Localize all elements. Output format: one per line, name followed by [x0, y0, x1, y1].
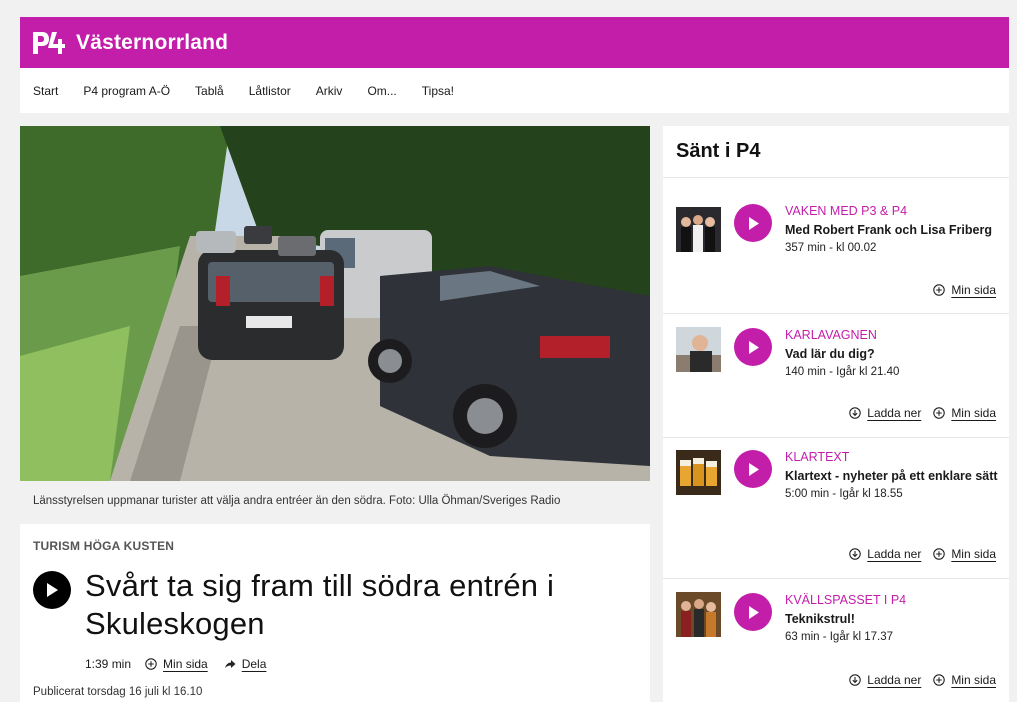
episode-thumbnail[interactable] — [676, 592, 721, 637]
p4-logo[interactable]: Västernorrland — [32, 30, 228, 56]
episode-play-button[interactable] — [734, 204, 772, 242]
episode-show[interactable]: KVÄLLSPASSET I P4 — [785, 593, 1000, 607]
nav-item-tipsa[interactable]: Tipsa! — [422, 84, 454, 98]
episode-show[interactable]: KARLAVAGNEN — [785, 328, 1000, 342]
article-headline: Svårt ta sig fram till södra entrén i Sk… — [85, 568, 555, 641]
group-photo-icon — [676, 592, 721, 637]
episode-title[interactable]: Med Robert Frank och Lisa Friberg — [785, 221, 1000, 239]
play-icon — [748, 340, 759, 354]
episode-thumbnail[interactable] — [676, 327, 721, 372]
episode-download-link[interactable]: Ladda ner — [849, 547, 921, 561]
brand-name: Västernorrland — [76, 30, 229, 54]
episode-meta: 140 min - Igår kl 21.40 — [785, 366, 900, 378]
nav-item-tabla[interactable]: Tablå — [195, 84, 224, 98]
article-share-link[interactable]: Dela — [224, 657, 267, 671]
episode-show[interactable]: VAKEN MED P3 & P4 — [785, 204, 1000, 218]
episode-save-link[interactable]: Min sida — [933, 547, 996, 561]
article-kicker[interactable]: TURISM HÖGA KUSTEN — [33, 539, 637, 553]
plus-circle-icon — [933, 284, 946, 296]
episode-save-link[interactable]: Min sida — [933, 673, 996, 687]
episode-download-label: Ladda ner — [867, 673, 922, 687]
share-icon — [224, 660, 236, 668]
article-duration: 1:39 min — [85, 657, 132, 671]
play-icon — [748, 462, 759, 476]
nav-item-start[interactable]: Start — [33, 84, 58, 98]
episode-save-link[interactable]: Min sida — [933, 283, 996, 297]
episode-meta: 63 min - Igår kl 17.37 — [785, 631, 894, 643]
episode-save-label: Min sida — [951, 283, 996, 297]
episode-item: VAKEN MED P3 & P4 Med Robert Frank och L… — [663, 179, 1009, 314]
article-save-link[interactable]: Min sida — [145, 657, 208, 671]
episode-save-label: Min sida — [951, 406, 996, 420]
episode-play-button[interactable] — [734, 450, 772, 488]
episode-meta: 5:00 min - Igår kl 18.55 — [785, 488, 903, 500]
host-photo-icon — [676, 327, 721, 372]
episode-title[interactable]: Teknikstrul! — [785, 610, 1000, 628]
site-header: Västernorrland — [20, 17, 1009, 68]
episode-download-label: Ladda ner — [867, 547, 922, 561]
article-play-button[interactable] — [33, 571, 71, 609]
download-icon — [849, 674, 862, 686]
play-icon — [748, 216, 759, 230]
episode-download-link[interactable]: Ladda ner — [849, 406, 921, 420]
episode-play-button[interactable] — [734, 328, 772, 366]
sidebar-title: Sänt i P4 — [663, 126, 1009, 178]
episode-save-label: Min sida — [951, 547, 996, 561]
episode-meta: 357 min - kl 00.02 — [785, 242, 877, 254]
episode-thumbnail[interactable] — [676, 207, 721, 252]
play-icon — [47, 583, 58, 597]
nav-item-om[interactable]: Om... — [367, 84, 396, 98]
sent-i-p4-sidebar: Sänt i P4 VAKEN MED P3 & P4 Med Robert F… — [663, 126, 1009, 702]
nav-item-latlistor[interactable]: Låtlistor — [249, 84, 291, 98]
presenters-photo-icon — [676, 207, 721, 252]
download-icon — [849, 407, 862, 419]
plus-circle-icon — [933, 674, 946, 686]
episode-title[interactable]: Vad lär du dig? — [785, 345, 1000, 363]
episode-item: KLARTEXT Klartext - nyheter på ett enkla… — [663, 438, 1009, 579]
play-icon — [748, 605, 759, 619]
hero-caption: Länsstyrelsen uppmanar turister att välj… — [20, 481, 650, 521]
episode-item: KARLAVAGNEN Vad lär du dig? 140 min - Ig… — [663, 314, 1009, 438]
episode-title[interactable]: Klartext - nyheter på ett enklare sätt — [785, 467, 1000, 485]
beer-glasses-photo-icon — [676, 450, 721, 495]
plus-circle-icon — [933, 407, 946, 419]
download-icon — [849, 548, 862, 560]
episode-download-link[interactable]: Ladda ner — [849, 673, 921, 687]
plus-circle-icon — [145, 658, 157, 670]
article-share-label: Dela — [241, 657, 267, 671]
article-card: TURISM HÖGA KUSTEN Svårt ta sig fram til… — [20, 524, 650, 702]
hero-image — [20, 126, 650, 481]
article-save-label: Min sida — [163, 657, 208, 671]
episode-save-link[interactable]: Min sida — [933, 406, 996, 420]
nav-item-program[interactable]: P4 program A-Ö — [83, 84, 170, 98]
episode-show[interactable]: KLARTEXT — [785, 450, 1000, 464]
nav-item-arkiv[interactable]: Arkiv — [316, 84, 343, 98]
episode-play-button[interactable] — [734, 593, 772, 631]
article-published: Publicerat torsdag 16 juli kl 16.10 — [33, 686, 203, 698]
p4-logo-icon — [33, 31, 65, 54]
episode-thumbnail[interactable] — [676, 450, 721, 495]
episode-download-label: Ladda ner — [867, 406, 922, 420]
plus-circle-icon — [933, 548, 946, 560]
episode-item: KVÄLLSPASSET I P4 Teknikstrul! 63 min - … — [663, 579, 1009, 702]
main-nav: Start P4 program A-Ö Tablå Låtlistor Ark… — [20, 68, 1009, 113]
road-traffic-photo-icon — [20, 126, 650, 481]
episode-save-label: Min sida — [951, 673, 996, 687]
